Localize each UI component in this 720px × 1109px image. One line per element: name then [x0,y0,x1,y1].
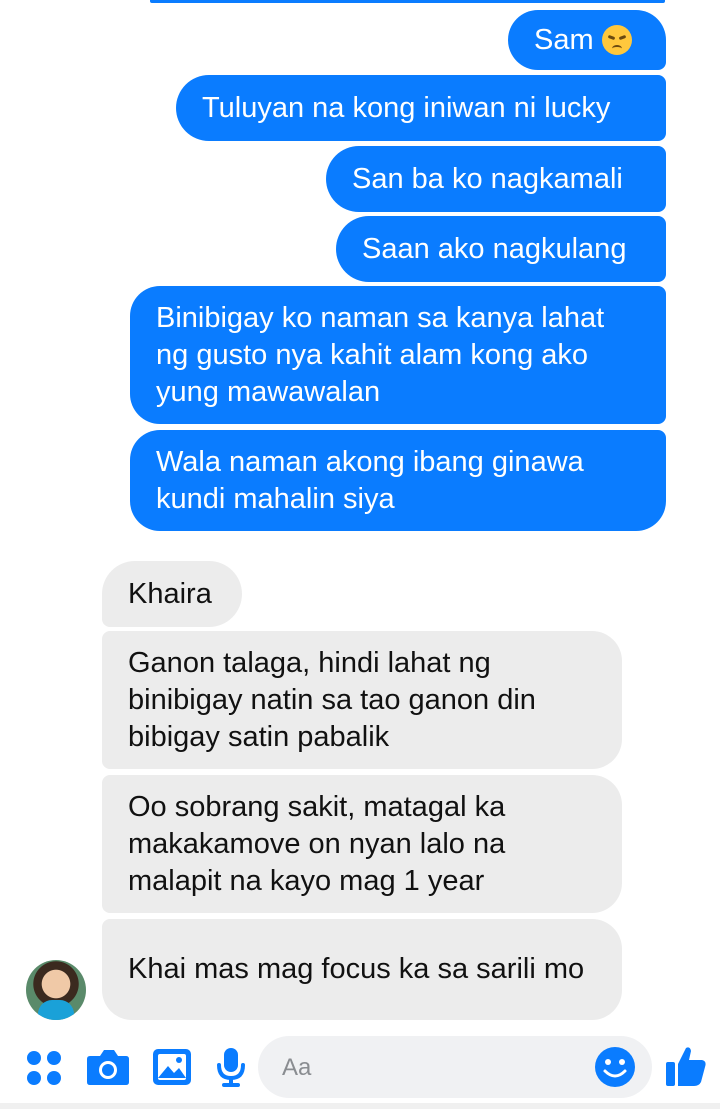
camera-icon[interactable] [86,1048,130,1086]
outgoing-message[interactable]: Tuluyan na kong iniwan ni lucky [176,75,666,141]
message-text: Saan ako nagkulang [362,232,627,265]
message-text: Binibigay ko naman sa kanya lahat ng gus… [156,301,605,408]
menu-dots-icon[interactable] [26,1050,62,1086]
message-text: Wala naman akong ibang ginawa kundi maha… [156,445,584,515]
image-icon[interactable] [152,1048,192,1086]
outgoing-message[interactable]: San ba ko nagkamali [326,146,666,212]
message-text: Oo sobrang sakit, matagal ka makakamove … [128,790,506,897]
message-text: Tuluyan na kong iniwan ni lucky [202,91,611,124]
divider [0,1103,720,1109]
message-text: Ganon talaga, hindi lahat ng binibigay n… [128,646,536,753]
incoming-message[interactable]: Khaira [102,561,242,627]
emoji-icon[interactable] [594,1046,636,1088]
message-text: Khai mas mag focus ka sa sarili mo [128,953,585,985]
outgoing-message[interactable]: Wala naman akong ibang ginawa kundi maha… [130,430,666,531]
message-input[interactable] [280,1050,584,1086]
incoming-message[interactable]: Khai mas mag focus ka sa sarili mo [102,919,622,1020]
message-input-container [258,1036,652,1098]
disappointed-face-icon [601,25,632,55]
message-text: Khaira [128,577,212,610]
outgoing-message[interactable]: Binibigay ko naman sa kanya lahat ng gus… [130,286,666,424]
microphone-icon[interactable] [216,1046,246,1088]
outgoing-message[interactable]: Sam [508,10,666,70]
previous-message-edge [150,0,665,3]
incoming-message[interactable]: Ganon talaga, hindi lahat ng binibigay n… [102,631,622,769]
outgoing-message[interactable]: Saan ako nagkulang [336,216,666,282]
incoming-message[interactable]: Oo sobrang sakit, matagal ka makakamove … [102,775,622,913]
message-text: San ba ko nagkamali [352,162,623,195]
contact-avatar[interactable] [26,960,86,1020]
thumbs-up-icon[interactable] [664,1044,708,1088]
message-text: Sam [534,23,594,56]
